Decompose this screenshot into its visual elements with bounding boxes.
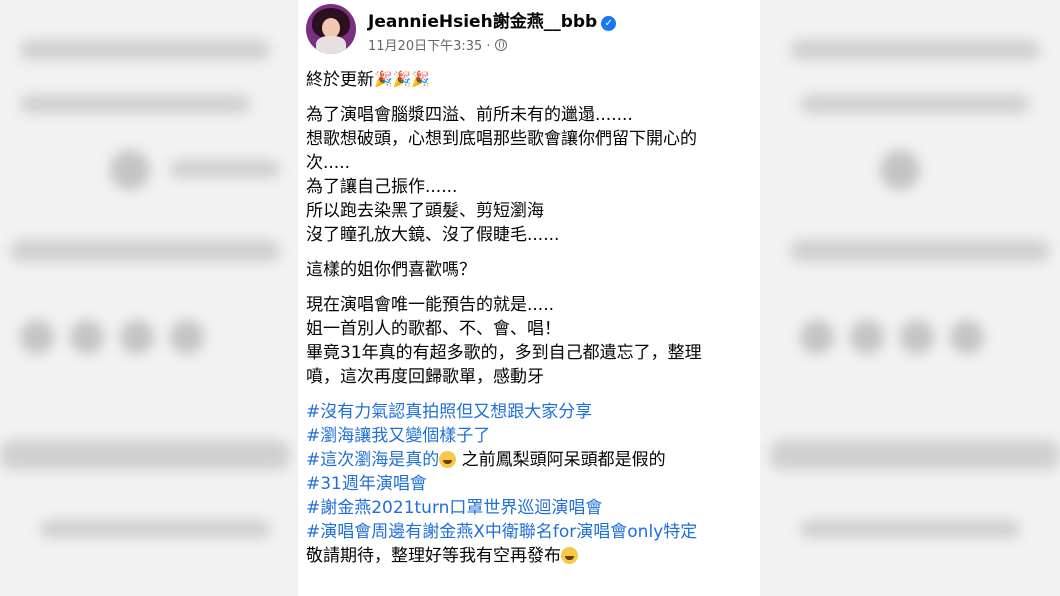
text-line: 姐一首別人的歌都、不、會、唱！ bbox=[306, 319, 561, 339]
post-text: 終於更新🎉🎉🎉 為了演唱會腦漿四溢、前所未有的邋遢....... 想歌想破頭，心… bbox=[306, 68, 756, 568]
text-line: #這次瀏海是真的 之前鳳梨頭阿呆頭都是假的 bbox=[306, 448, 756, 472]
meta-separator: · bbox=[486, 39, 491, 54]
text-line: 次..... bbox=[306, 153, 351, 173]
hashtag-link[interactable]: #31週年演唱會 bbox=[306, 472, 756, 496]
text-line: 想歌想破頭，心想到底唱那些歌會讓你們留下開心的 bbox=[306, 129, 697, 149]
hashtag-link[interactable]: #沒有力氣認真拍照但又想跟大家分享 bbox=[306, 400, 756, 424]
avatar[interactable] bbox=[306, 4, 356, 54]
laughing-face-icon bbox=[439, 451, 457, 468]
text-line: 畢竟31年真的有超多歌的，多到自己都遺忘了，整理 bbox=[306, 343, 702, 363]
globe-icon[interactable] bbox=[494, 39, 507, 51]
text-line: 沒了瞳孔放大鏡、沒了假睫毛...... bbox=[306, 225, 560, 245]
post-timestamp[interactable]: 11月20日下午3:35 bbox=[368, 39, 482, 54]
text-line: 所以跑去染黑了頭髮、剪短瀏海 bbox=[306, 201, 544, 221]
grinning-face-icon bbox=[561, 547, 578, 564]
text-line: 這樣的姐你們喜歡嗎？ bbox=[306, 260, 476, 280]
hashtag-link[interactable]: #這次瀏海是真的 bbox=[306, 450, 439, 470]
text-line: 為了讓自己振作...... bbox=[306, 177, 458, 197]
author-name[interactable]: JeannieHsieh謝金燕__bbb bbox=[368, 12, 597, 32]
closing-text: 敬請期待，整理好等我有空再發布 bbox=[306, 546, 561, 566]
hashtag-link[interactable]: #謝金燕2021turn口罩世界巡迴演唱會 bbox=[306, 496, 756, 520]
author-name-link[interactable]: JeannieHsieh謝金燕__bbb ✓ bbox=[368, 7, 617, 32]
party-popper-icon: 🎉🎉🎉 bbox=[374, 70, 431, 88]
hashtag-link[interactable]: #瀏海讓我又變個樣子了 bbox=[306, 424, 756, 448]
text-line: 為了演唱會腦漿四溢、前所未有的邋遢....... bbox=[306, 105, 633, 125]
hashtag-link[interactable]: #演唱會周邊有謝金燕X中衛聯名for演唱會only特定 bbox=[306, 520, 756, 544]
post-meta: 11月20日下午3:35 · bbox=[368, 35, 507, 54]
verified-badge-icon: ✓ bbox=[601, 16, 617, 31]
hashtag-suffix-text: 之前鳳梨頭阿呆頭都是假的 bbox=[461, 450, 666, 470]
text-line: 噴，這次再度回歸歌單，感動牙 bbox=[306, 367, 544, 387]
text-line: 敬請期待，整理好等我有空再發布 bbox=[306, 544, 756, 568]
text-line: 終於更新🎉🎉🎉 bbox=[306, 70, 431, 90]
text-line: 現在演唱會唯一能預告的就是..... bbox=[306, 295, 555, 315]
facebook-post-card: JeannieHsieh謝金燕__bbb ✓ 11月20日下午3:35 · 終於更… bbox=[298, 0, 760, 596]
